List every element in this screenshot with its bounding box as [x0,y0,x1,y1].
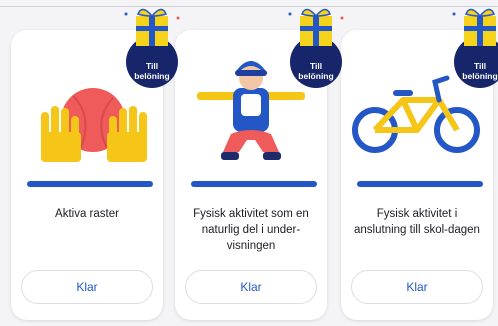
progress-bar [191,181,317,187]
badge-label-line1: Till [145,61,159,71]
reward-badge[interactable]: Till belöning [276,4,358,88]
badge-label-line1: Till [473,61,487,71]
klar-button[interactable]: Klar [351,270,483,304]
badge-label-line2: belöning [462,71,498,81]
progress-bar [357,181,483,187]
badge-label-line2: belöning [134,71,170,81]
badge-label-line2: belöning [298,71,334,81]
reward-badge[interactable]: Till belöning [112,4,194,88]
klar-button[interactable]: Klar [21,270,153,304]
badge-label-line1: Till [309,61,323,71]
top-divider [0,6,498,7]
card-title: Fysisk aktivitet som en naturlig del i u… [193,208,309,252]
reward-badge[interactable]: Till belöning [440,4,498,88]
card-title: Fysisk aktivitet i anslutning till skol-… [354,208,480,236]
card-title: Aktiva raster [55,208,119,220]
klar-button[interactable]: Klar [185,270,317,304]
progress-bar [27,181,153,187]
